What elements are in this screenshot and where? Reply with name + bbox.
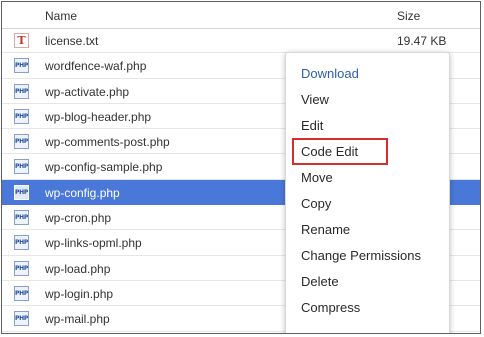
menu-item-code-edit[interactable]: Code Edit bbox=[301, 144, 358, 159]
file-name: wp-cron.php bbox=[45, 211, 112, 226]
php-file-icon: PHP bbox=[14, 311, 29, 327]
file-manager: Name Size T license.txt 19.47 KB PHP wor… bbox=[1, 1, 481, 334]
file-name: wp-links-opml.php bbox=[45, 236, 142, 251]
file-row-license-txt[interactable]: T license.txt 19.47 KB bbox=[2, 28, 480, 54]
php-file-icon: PHP bbox=[14, 235, 29, 251]
php-file-icon: PHP bbox=[14, 184, 29, 200]
file-size: 19.47 KB bbox=[397, 34, 447, 48]
file-name: wp-blog-header.php bbox=[45, 109, 152, 124]
file-name: wp-login.php bbox=[45, 286, 114, 301]
menu-item-move[interactable]: Move bbox=[301, 170, 333, 185]
file-name: wp-load.php bbox=[45, 261, 111, 276]
column-header-name[interactable]: Name bbox=[45, 9, 77, 23]
file-name: wp-config.php bbox=[45, 185, 120, 200]
php-file-icon: PHP bbox=[14, 58, 29, 74]
php-file-icon: PHP bbox=[14, 134, 29, 150]
file-name: wp-comments-post.php bbox=[45, 135, 170, 150]
menu-item-change-permissions[interactable]: Change Permissions bbox=[301, 248, 421, 263]
menu-item-view[interactable]: View bbox=[301, 92, 329, 107]
column-header-size[interactable]: Size bbox=[397, 9, 420, 23]
menu-item-edit[interactable]: Edit bbox=[301, 118, 323, 133]
file-name: wp-activate.php bbox=[45, 84, 130, 99]
menu-item-rename[interactable]: Rename bbox=[301, 222, 350, 237]
php-file-icon: PHP bbox=[14, 285, 29, 301]
menu-item-download[interactable]: Download bbox=[301, 66, 359, 81]
php-file-icon: PHP bbox=[14, 83, 29, 99]
file-name: wp-mail.php bbox=[45, 312, 110, 327]
context-menu: Download View Edit Code Edit Move Copy R… bbox=[285, 52, 450, 333]
file-list-header: Name Size bbox=[2, 2, 480, 29]
php-file-icon: PHP bbox=[14, 210, 29, 226]
menu-item-delete[interactable]: Delete bbox=[301, 274, 339, 289]
php-file-icon: PHP bbox=[14, 108, 29, 124]
php-file-icon: PHP bbox=[14, 159, 29, 175]
php-file-icon: PHP bbox=[14, 260, 29, 276]
file-name: wordfence-waf.php bbox=[45, 59, 147, 74]
text-file-icon: T bbox=[14, 33, 29, 48]
menu-item-copy[interactable]: Copy bbox=[301, 196, 331, 211]
file-name: wp-config-sample.php bbox=[45, 160, 163, 175]
file-name: license.txt bbox=[45, 34, 99, 48]
menu-item-compress[interactable]: Compress bbox=[301, 300, 360, 315]
